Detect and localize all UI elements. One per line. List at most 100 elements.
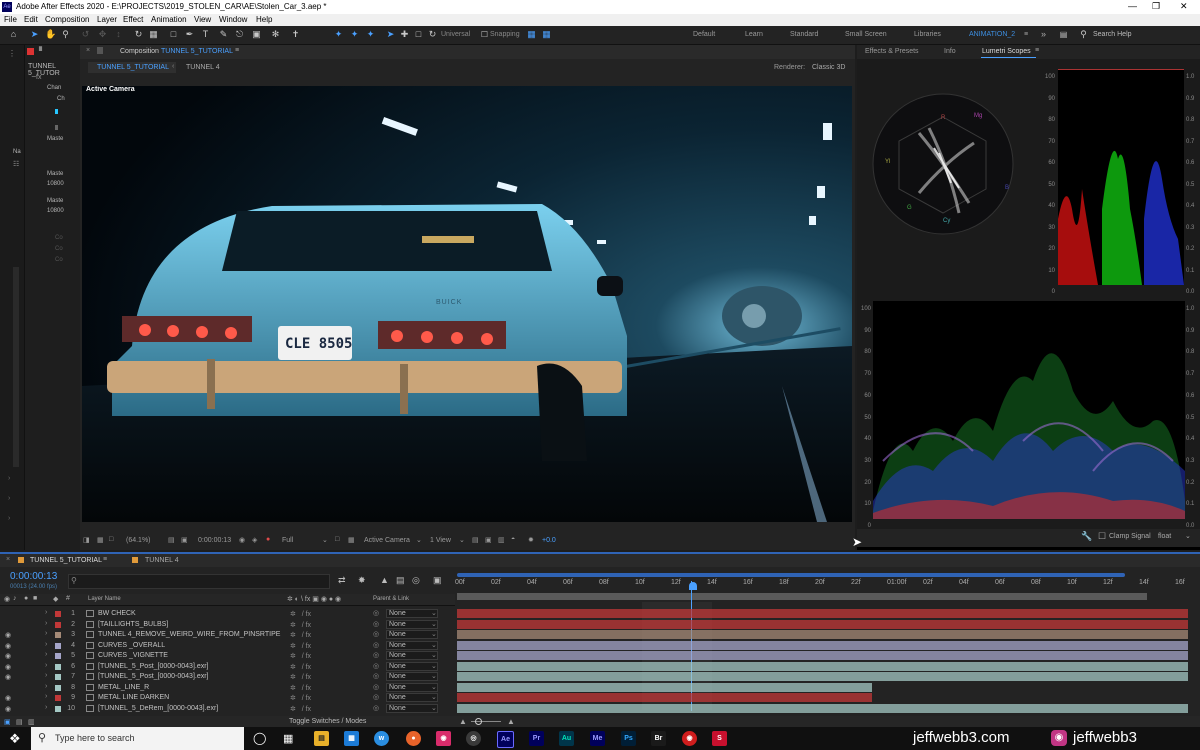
- cortana-icon[interactable]: ◯: [253, 731, 266, 745]
- chevron-right-icon[interactable]: ›: [45, 704, 47, 711]
- color-swatch[interactable]: [55, 125, 58, 130]
- layer-duration-bar[interactable]: [457, 640, 1188, 650]
- eye-icon[interactable]: ◉: [5, 652, 11, 660]
- layer-row[interactable]: › 1 BW CHECK ✲ / fx ◎ None ⌄: [0, 609, 455, 619]
- layer-row[interactable]: ◉ › 4 CURVES _OVERALL ✲ / fx ◎ None ⌄: [0, 640, 455, 651]
- panel-menu-icon[interactable]: ≡: [103, 556, 107, 563]
- workspace-libraries[interactable]: Libraries: [914, 31, 941, 38]
- graph-editor-icon[interactable]: ▣: [433, 575, 442, 586]
- chevron-down-icon[interactable]: ⌄: [1185, 532, 1191, 540]
- resolution-select[interactable]: Full: [282, 537, 293, 544]
- home-icon[interactable]: ⌂: [8, 29, 19, 40]
- layer-switches[interactable]: ✲ / fx: [290, 642, 311, 650]
- layer-switches[interactable]: ✲ / fx: [290, 705, 311, 713]
- renderer-value[interactable]: Classic 3D: [812, 64, 845, 71]
- layer-row[interactable]: ◉ › 3 TUNNEL 4_REMOVE_WEIRD_WIRE_FROM_PINSR…: [0, 630, 455, 640]
- chevron-down-icon[interactable]: ⌄: [431, 662, 437, 670]
- maximize-button[interactable]: ❐: [1152, 1, 1160, 12]
- axis-local-icon[interactable]: ✦: [333, 29, 344, 40]
- pick-whip-icon[interactable]: ◎: [373, 662, 379, 670]
- menu-animation[interactable]: Animation: [151, 15, 187, 24]
- chevron-down-icon[interactable]: ⌄: [416, 536, 422, 544]
- task-view-icon[interactable]: ▦: [283, 732, 293, 745]
- shy-layers-icon[interactable]: ▲: [380, 575, 389, 585]
- layer-switches[interactable]: ✲ / fx: [290, 610, 311, 618]
- layer-label-color[interactable]: [55, 674, 61, 680]
- chevron-down-icon[interactable]: ⌄: [431, 609, 437, 617]
- chevron-right-icon[interactable]: ›: [45, 672, 47, 679]
- work-area-bar[interactable]: [457, 573, 1125, 577]
- red-app-icon[interactable]: S: [712, 731, 727, 746]
- workspace-default[interactable]: Default: [693, 31, 715, 38]
- chevron-down-icon[interactable]: ⌄: [431, 620, 437, 628]
- layer-name[interactable]: TUNNEL 4_REMOVE_WEIRD_WIRE_FROM_PINSRTIP…: [98, 631, 280, 638]
- chevron-right-icon[interactable]: ›: [45, 609, 47, 616]
- tab-tunnel-5-tutorial[interactable]: TUNNEL 5_TUTORIAL: [97, 64, 169, 71]
- search-help-input[interactable]: Search Help: [1093, 31, 1132, 38]
- layer-name[interactable]: CURVES _VIGNETTE: [98, 652, 168, 659]
- davinci-icon[interactable]: ◉: [682, 731, 697, 746]
- zoom-slider-thumb[interactable]: [475, 718, 482, 725]
- obs-icon[interactable]: ◎: [466, 731, 481, 746]
- effect-param-value[interactable]: 10800: [47, 181, 64, 187]
- menu-view[interactable]: View: [194, 15, 211, 24]
- grid-icon[interactable]: ▦: [97, 536, 104, 544]
- layer-label-color[interactable]: [55, 611, 61, 617]
- exposure-value[interactable]: +0.0: [542, 537, 556, 544]
- chevron-right-icon[interactable]: ›: [45, 683, 47, 690]
- layer-label-color[interactable]: [55, 653, 61, 659]
- layer-label-color[interactable]: [55, 632, 61, 638]
- windows-start-icon[interactable]: ❖: [9, 731, 21, 747]
- always-preview-icon[interactable]: ◨: [83, 536, 90, 544]
- zoom-tool-icon[interactable]: ⚲: [60, 29, 71, 40]
- workspace-small-screen[interactable]: Small Screen: [845, 31, 887, 38]
- layer-name[interactable]: [TUNNEL_5_Post_[0000-0043].exr]: [98, 673, 209, 680]
- comp-flowchart-icon[interactable]: ◓: [511, 536, 515, 543]
- effect-controls-tab[interactable]: ▘: [27, 47, 77, 58]
- menu-layer[interactable]: Layer: [97, 15, 117, 24]
- layer-switches[interactable]: ✲ / fx: [290, 673, 311, 681]
- composition-name[interactable]: TUNNEL 5_TUTORIAL: [161, 48, 233, 55]
- lock-icon[interactable]: ▘: [39, 47, 45, 56]
- zoom-in-icon[interactable]: ▲: [507, 717, 515, 726]
- tab-tunnel-4[interactable]: TUNNEL 4: [145, 557, 179, 564]
- layer-switches-icon[interactable]: ▣: [4, 718, 11, 726]
- panel-menu-icon[interactable]: ≡: [235, 47, 239, 54]
- workspace-standard[interactable]: Standard: [790, 31, 818, 38]
- pick-whip-icon[interactable]: ◎: [373, 704, 379, 712]
- layer-switches[interactable]: ✲ / fx: [290, 621, 311, 629]
- close-panel-icon[interactable]: ×: [86, 47, 90, 54]
- layer-number-column-icon[interactable]: #: [66, 595, 70, 602]
- type-tool-icon[interactable]: T: [200, 29, 211, 40]
- close-button[interactable]: ✕: [1180, 1, 1188, 12]
- layer-duration-bar[interactable]: [457, 619, 1188, 629]
- brush-tool-icon[interactable]: ✎: [218, 29, 229, 40]
- layer-label-color[interactable]: [55, 642, 61, 649]
- pick-whip-icon[interactable]: ◎: [373, 683, 379, 691]
- universal-rotate-icon[interactable]: ↻: [427, 29, 438, 40]
- layer-label-color[interactable]: [55, 705, 61, 712]
- pick-whip-icon[interactable]: ◎: [373, 609, 379, 617]
- layer-name[interactable]: CURVES _OVERALL: [98, 642, 165, 649]
- photoshop-taskbar-icon[interactable]: Ps: [621, 731, 636, 746]
- layer-duration-bar[interactable]: [457, 609, 1188, 618]
- universal-move-icon[interactable]: ✚: [399, 29, 410, 40]
- layer-name[interactable]: BW CHECK: [98, 610, 136, 617]
- timeline-toggle-icon[interactable]: ▥: [498, 536, 505, 544]
- in-out-icon[interactable]: ▥: [28, 718, 35, 726]
- firefox-icon[interactable]: ●: [406, 731, 421, 746]
- layer-switches[interactable]: ✲ / fx: [290, 663, 311, 671]
- layer-search-input[interactable]: ⚲: [68, 574, 330, 589]
- layer-duration-bar[interactable]: [457, 661, 1188, 671]
- media-encoder-taskbar-icon[interactable]: Me: [590, 731, 605, 746]
- calculator-icon[interactable]: ▦: [344, 731, 359, 746]
- composition-mini-flowchart-icon[interactable]: ⇄: [338, 575, 346, 586]
- transfer-controls-icon[interactable]: ▤: [16, 718, 23, 726]
- menu-file[interactable]: File: [4, 15, 17, 24]
- label-column-icon[interactable]: ◆: [53, 595, 58, 603]
- chevron-right-icon[interactable]: ›: [45, 630, 47, 637]
- rectangle-tool-icon[interactable]: □: [168, 29, 179, 40]
- pick-whip-icon[interactable]: ◎: [373, 651, 379, 659]
- layer-label-color[interactable]: [55, 695, 61, 701]
- eraser-tool-icon[interactable]: ▣: [251, 29, 262, 40]
